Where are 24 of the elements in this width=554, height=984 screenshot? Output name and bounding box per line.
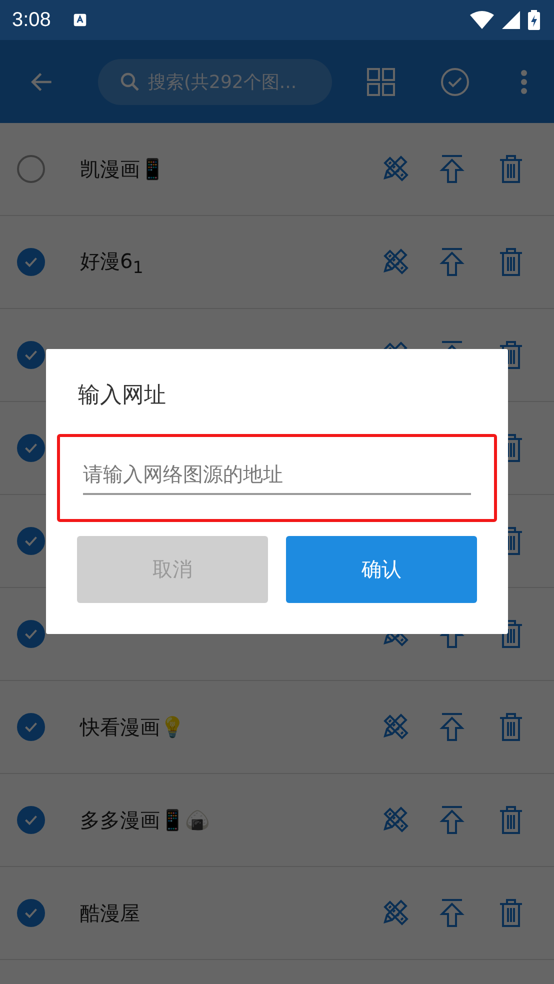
checkbox[interactable] <box>17 713 45 741</box>
source-name: 酷漫屋 <box>80 900 141 926</box>
battery-icon <box>528 10 540 30</box>
checkbox[interactable] <box>17 620 45 648</box>
grid-icon[interactable] <box>366 66 396 96</box>
checkbox[interactable] <box>17 434 45 462</box>
wifi-icon <box>470 11 494 29</box>
source-name: 好漫6$_{1}$ <box>80 248 144 276</box>
checkbox[interactable] <box>17 527 45 555</box>
checkbox[interactable] <box>17 155 45 183</box>
source-name: 凯漫画📱 <box>80 156 166 182</box>
checkbox[interactable] <box>17 806 45 834</box>
confirm-button[interactable]: 确认 <box>286 536 477 603</box>
dialog-title: 输入网址 <box>78 382 167 410</box>
more-menu-icon[interactable] <box>520 68 528 94</box>
source-name: 快看漫画💡 <box>80 714 186 740</box>
signal-icon <box>502 11 520 29</box>
source-name: 多多漫画📱🍙 <box>80 806 211 834</box>
checkbox[interactable] <box>17 248 45 276</box>
keyboard-icon <box>72 13 87 27</box>
checkbox[interactable] <box>17 341 45 369</box>
checkbox[interactable] <box>17 899 45 927</box>
url-input-field[interactable]: 请输入网络图源的地址 <box>83 457 471 495</box>
check-circle-icon[interactable] <box>440 66 470 96</box>
